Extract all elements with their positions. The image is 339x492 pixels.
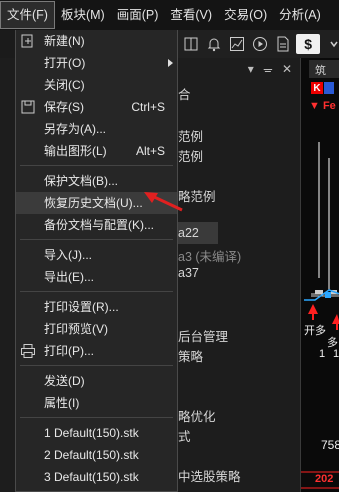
menu-separator [20,239,173,240]
tree-item[interactable]: 中选股策略 [178,466,241,485]
tree-item[interactable]: 策略 [178,346,203,365]
document-icon[interactable] [273,33,292,55]
menu-item-label: 3 Default(150).stk [44,470,139,484]
menu-separator [20,365,173,366]
collapse-icon[interactable]: ▾ [248,62,254,76]
chart-area: 筑 K ▼ Fe 开多 1 多 1 758 202 [300,58,339,492]
chart-price-label: 758 [321,438,339,452]
menu-item-recent-1[interactable]: 1 Default(150).stk [16,422,177,444]
menu-item-recent-3[interactable]: 3 Default(150).stk [16,466,177,488]
close-icon[interactable]: ✕ [282,62,292,76]
tree-item[interactable]: a22 [178,226,199,240]
menu-item-export-image[interactable]: 输出图形(L) Alt+S [16,140,177,162]
menu-item-send[interactable]: 发送(D) [16,370,177,392]
annotation-arrow-icon [144,192,183,212]
tree-item[interactable]: a37 [178,266,199,280]
menu-view[interactable]: 查看(V) [164,2,218,28]
play-icon[interactable] [251,33,270,55]
currency-button[interactable]: $ [296,34,321,54]
menu-item-save[interactable]: 保存(S) Ctrl+S [16,96,177,118]
menu-item-print[interactable]: 打印(P)... [16,340,177,362]
menu-item-label: 备份文档与配置(K)... [44,218,154,232]
toolbar: $ [178,30,339,58]
menu-item-export[interactable]: 导出(E)... [16,266,177,288]
menu-item-import[interactable]: 导入(J)... [16,244,177,266]
grid-icon[interactable] [182,33,201,55]
menu-screen[interactable]: 画面(P) [111,2,165,28]
menu-bar: 文件(F) 板块(M) 画面(P) 查看(V) 交易(O) 分析(A) [0,0,339,30]
tree-item[interactable]: 范例 [178,126,203,145]
panel-header: ▾ ᚚ ✕ [178,58,300,80]
menu-separator [20,165,173,166]
menu-item-label: 输出图形(L) [44,144,107,158]
menu-item-label: 导入(J)... [44,248,92,262]
menu-item-label: 导出(E)... [44,270,94,284]
menu-item-new[interactable]: 新建(N) [16,30,177,52]
submenu-arrow-icon [168,59,173,67]
pin-icon[interactable]: ᚚ [264,62,272,76]
menu-item-label: 保护文档(B)... [44,174,118,188]
menu-block[interactable]: 板块(M) [55,2,111,28]
menu-item-recent-2[interactable]: 2 Default(150).stk [16,444,177,466]
menu-item-label: 属性(I) [44,396,80,410]
menu-separator [20,291,173,292]
printer-icon [21,344,35,358]
chart-date-label: 202 [315,473,334,485]
chart-icon[interactable] [228,33,247,55]
save-icon [21,100,35,114]
menu-item-label: 打印设置(R)... [44,300,119,314]
tree-item[interactable]: a3 (未编译) [178,246,241,265]
menu-analysis[interactable]: 分析(A) [273,2,327,28]
tree-item[interactable]: 式 [178,426,191,445]
new-file-icon [21,34,33,48]
menu-file[interactable]: 文件(F) [0,1,55,29]
menu-item-save-as[interactable]: 另存为(A)... [16,118,177,140]
bell-icon[interactable] [205,33,224,55]
menu-item-label: 打开(O) [44,56,86,70]
menu-item-label: 2 Default(150).stk [44,448,139,462]
menu-item-print-preview[interactable]: 打印预览(V) [16,318,177,340]
menu-trade[interactable]: 交易(O) [218,2,273,28]
chart-label: 1 [319,348,326,360]
menu-item-label: 恢复历史文档(U)... [44,196,143,210]
menu-item-properties[interactable]: 属性(I) [16,392,177,414]
tree-item[interactable]: 后台管理 [178,326,228,345]
chevron-down-icon[interactable] [324,33,339,55]
menu-item-close[interactable]: 关闭(C) [16,74,177,96]
menu-item-label: 打印预览(V) [44,322,108,336]
chart-label: 1 [333,348,339,360]
chart-label: 开多 [304,325,326,337]
menu-item-label: 1 Default(150).stk [44,426,139,440]
tree-item[interactable]: 合 [178,84,191,103]
tree-item[interactable]: 范例 [178,146,203,165]
menu-item-shortcut: Ctrl+S [131,100,165,114]
menu-item-label: 打印(P)... [44,344,94,358]
tree-item[interactable]: 略优化 [178,406,216,425]
menu-item-print-setup[interactable]: 打印设置(R)... [16,296,177,318]
menu-item-label: 关闭(C) [44,78,85,92]
menu-item-label: 另存为(A)... [44,122,106,136]
chart-marks [301,142,339,489]
menu-item-label: 保存(S) [44,100,84,114]
menu-separator [20,417,173,418]
menu-item-label: 新建(N) [44,34,85,48]
menu-item-shortcut: Alt+S [135,144,165,158]
file-menu: 新建(N) 打开(O) 关闭(C) 保存(S) Ctrl+S 另存为(A)...… [15,30,178,492]
menu-item-open[interactable]: 打开(O) [16,52,177,74]
menu-item-label: 发送(D) [44,374,85,388]
